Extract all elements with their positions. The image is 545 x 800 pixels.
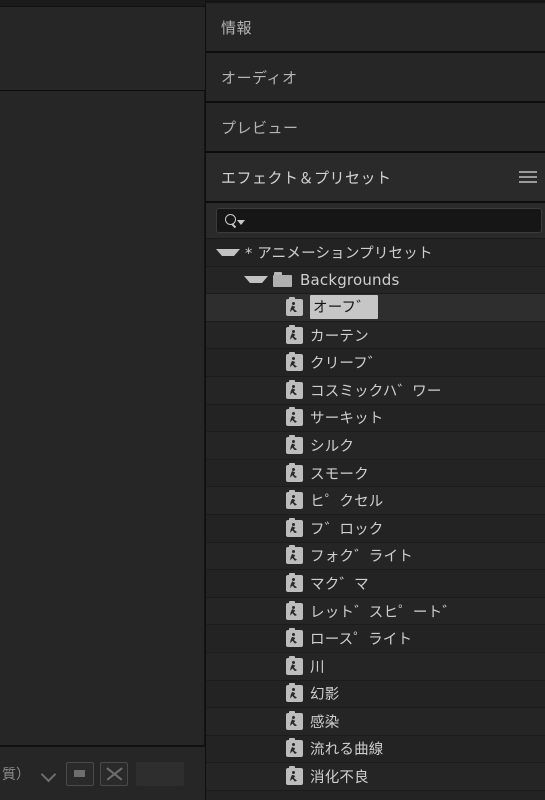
animation-preset-icon [286, 545, 303, 565]
tree-row-label: 感染 [310, 714, 340, 731]
tree-row-label: ヒ゜クセル [310, 494, 384, 511]
tree-row-preset[interactable]: カーテン [206, 321, 545, 350]
tree-row-preset[interactable]: 感染 [206, 708, 545, 736]
hamburger-line [519, 181, 537, 183]
tree-row-preset[interactable]: 消化不良 [206, 763, 545, 791]
folder-icon [273, 272, 293, 288]
animation-preset-icon [286, 517, 303, 537]
tree-row-preset[interactable]: マク゛マ [206, 570, 545, 598]
tree-row-preset[interactable]: サーキット [206, 404, 545, 433]
effects-presets-tree[interactable]: * アニメーションプリセット Backgrounds オーフ゛カーテンクリーフ゛コス… [206, 239, 545, 800]
magnifier-circle [225, 213, 236, 225]
tab-label: プレビュー [221, 118, 299, 137]
animation-preset-icon [286, 434, 303, 454]
animation-preset-icon [286, 379, 303, 399]
right-panel-stack: 情報 オーディオ プレビュー エフェクト＆プリセット * アニメーションプリセッ… [206, 0, 545, 800]
animation-preset-icon [286, 710, 303, 730]
animation-preset-icon [286, 628, 303, 648]
animation-preset-icon [286, 490, 303, 510]
animation-preset-icon [286, 683, 303, 703]
animation-preset-icon [286, 600, 303, 620]
tab-info[interactable]: 情報 [206, 0, 545, 53]
tab-label: オーディオ [221, 68, 298, 87]
tree-row-folder-backgrounds[interactable]: Backgrounds [206, 266, 545, 295]
animation-preset-icon [286, 407, 303, 427]
tree-row-preset[interactable]: 幻影 [206, 680, 545, 709]
quality-label: 質） [2, 766, 30, 783]
tree-row-label: シルク [310, 438, 355, 455]
tree-row-label: * アニメーションプリセット [245, 245, 433, 262]
magnifier-handle [231, 222, 237, 228]
tree-row-label: オーフ゛ [310, 295, 378, 320]
animation-preset-icon [286, 655, 303, 675]
hamburger-menu-icon[interactable] [519, 171, 537, 183]
tree-row-label: Backgrounds [300, 270, 400, 289]
left-main-panel[interactable] [0, 91, 205, 745]
tree-row-label: ロース゜ライト [310, 632, 413, 649]
tree-row-preset[interactable]: 川 [206, 652, 545, 681]
triangle-down-icon[interactable] [216, 248, 240, 256]
left-panel-group: 質） [0, 0, 206, 800]
tree-row-label: マク゛マ [310, 576, 369, 593]
tree-row-preset[interactable]: 流れる曲線 [206, 735, 545, 764]
animation-preset-icon [286, 572, 303, 592]
tree-row-preset[interactable]: ヒ゜クセル [206, 487, 545, 515]
tree-row-preset[interactable]: コスミックハ゛ワー [206, 376, 545, 405]
hamburger-line [519, 176, 537, 178]
after-effects-window: 質） 情報 オーディオ プレビュー エフェクト＆プリセット * アニメーションプ… [0, 0, 545, 800]
left-top-strip [0, 0, 205, 7]
tree-row-label: クリーフ゛ [310, 356, 383, 373]
transparency-grid-button[interactable] [100, 761, 128, 786]
tree-row-label: コスミックハ゛ワー [310, 383, 442, 400]
search-row [206, 203, 545, 239]
caret-down-icon[interactable] [237, 219, 245, 225]
animation-preset-icon [286, 766, 303, 786]
tree-row-label: カーテン [310, 328, 369, 345]
tree-row-label: フ゛ロック [310, 521, 384, 538]
tree-row-label: レット゛スヒ゜ート゛ [310, 604, 457, 621]
tree-row-label: 流れる曲線 [310, 742, 384, 759]
tree-row-label: 幻影 [310, 687, 340, 704]
search-icon[interactable] [225, 213, 245, 229]
animation-preset-icon [286, 462, 303, 482]
tree-row-label: 消化不良 [310, 770, 369, 787]
tree-row-label: サーキット [310, 411, 384, 428]
transparency-grid-icon [105, 766, 122, 781]
tree-row-label: スモーク [310, 466, 369, 483]
tree-row-preset[interactable]: シルク [206, 432, 545, 460]
search-field[interactable] [216, 208, 542, 233]
left-panel-bottom-toolbar: 質） [0, 745, 205, 800]
tree-row-preset[interactable]: クリーフ゛ [206, 349, 545, 377]
tab-preview[interactable]: プレビュー [206, 103, 545, 153]
toolbar-spacer [136, 761, 184, 786]
tree-row-preset[interactable]: オーフ゛ [206, 294, 545, 322]
tab-audio[interactable]: オーディオ [206, 53, 545, 103]
triangle-down-icon[interactable] [244, 276, 268, 284]
tab-label: 情報 [221, 18, 253, 37]
animation-preset-icon [286, 324, 303, 344]
hamburger-line [519, 171, 537, 173]
tree-row-label: 川 [310, 659, 325, 676]
animation-preset-icon [286, 738, 303, 758]
region-of-interest-icon [74, 769, 85, 777]
tab-effects-and-presets[interactable]: エフェクト＆プリセット [206, 153, 545, 203]
tree-row-preset[interactable]: フォク゛ライト [206, 542, 545, 571]
tree-row-preset[interactable]: スモーク [206, 459, 545, 488]
tree-row-label: フォク゛ライト [310, 549, 413, 566]
animation-preset-icon [286, 352, 303, 372]
tree-row-preset[interactable]: フ゛ロック [206, 514, 545, 543]
tab-label: エフェクト＆プリセット [221, 168, 392, 187]
animation-preset-icon [286, 296, 303, 316]
chevron-down-icon[interactable] [40, 765, 58, 783]
region-of-interest-button[interactable] [66, 761, 94, 786]
left-upper-panel [0, 7, 205, 92]
tree-row-preset[interactable]: ロース゜ライト [206, 625, 545, 653]
tree-row-root[interactable]: * アニメーションプリセット [206, 239, 545, 267]
tree-row-preset[interactable]: レット゛スヒ゜ート゛ [206, 597, 545, 626]
